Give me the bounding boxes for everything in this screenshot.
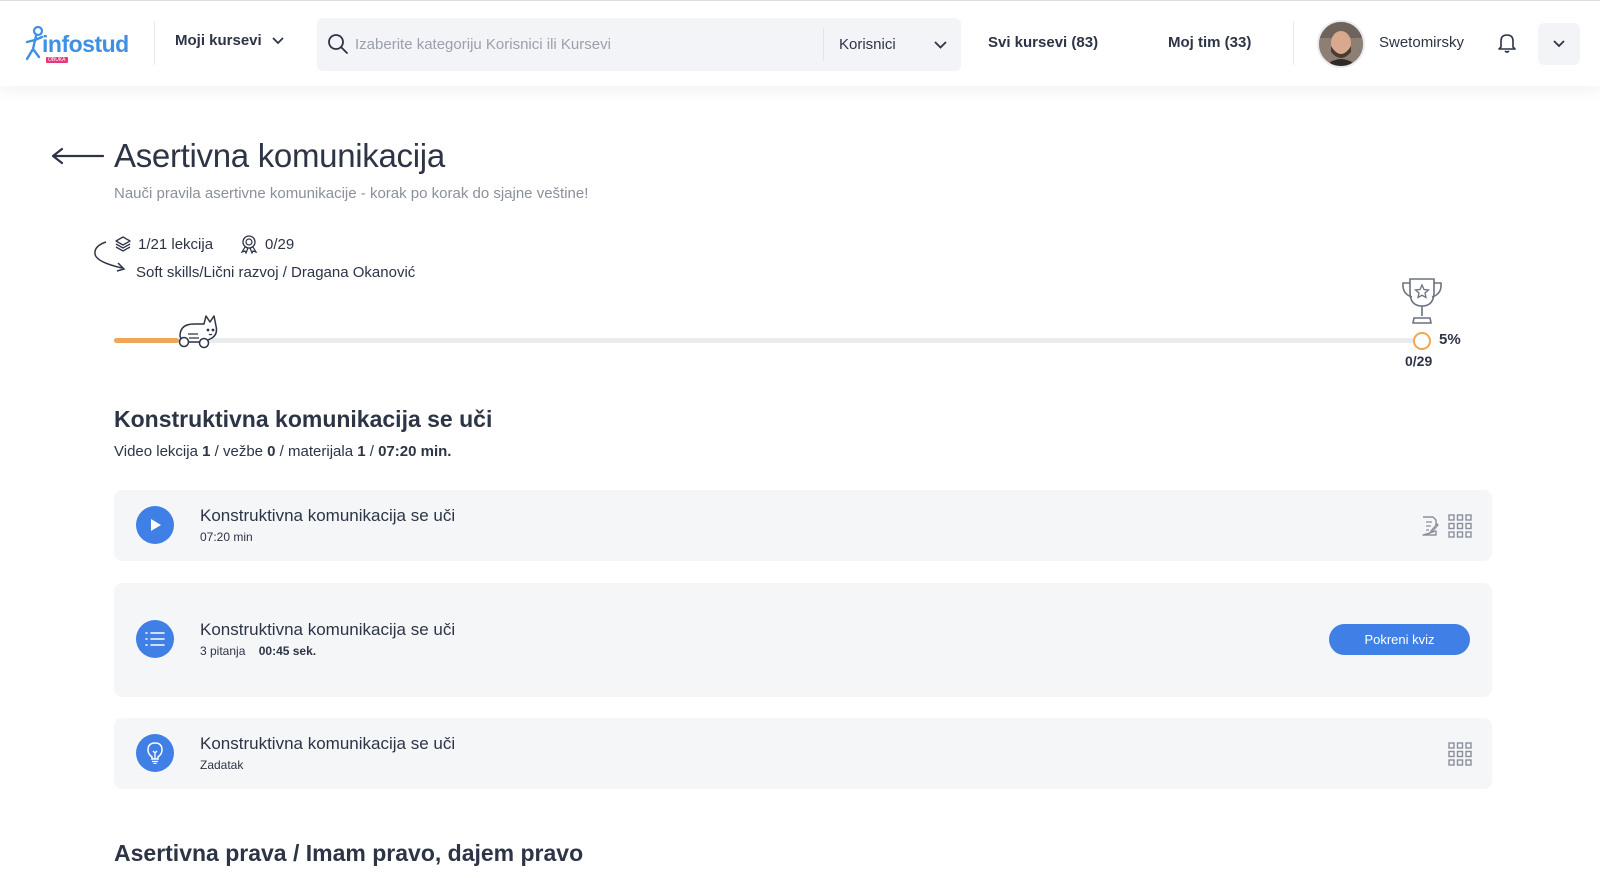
top-navbar: infostud OBUKA Moji kursevi Korisnici Sv… xyxy=(0,0,1600,86)
lesson-item-quiz[interactable]: Konstruktivna komunikacija se uči 3 pita… xyxy=(114,583,1492,697)
section-title: Konstruktivna komunikacija se uči xyxy=(114,406,493,432)
section-info-text: Video lekcija xyxy=(114,443,203,460)
page-subtitle: Nauči pravila asertivne komunikacije - k… xyxy=(114,185,589,202)
search-divider xyxy=(823,28,824,61)
quiz-meta: 3 pitanja 00:45 sek. xyxy=(200,644,316,658)
list-icon xyxy=(145,632,165,646)
divider xyxy=(154,21,155,65)
exercise-count: 0 xyxy=(267,443,276,460)
section-info-text: / xyxy=(365,443,379,460)
lesson-item-video[interactable]: Konstruktivna komunikacija se uči 07:20 … xyxy=(114,490,1492,561)
search-input[interactable] xyxy=(355,18,807,71)
search-icon xyxy=(328,34,348,54)
quiz-questions: 3 pitanja xyxy=(200,644,246,658)
section-duration: 07:20 min. xyxy=(378,443,452,460)
task-title: Konstruktivna komunikacija se uči xyxy=(200,734,456,753)
search-category-select[interactable]: Korisnici xyxy=(839,18,961,71)
username[interactable]: Swetomirsky xyxy=(1379,34,1464,51)
progress-points: 0/29 xyxy=(1405,353,1433,369)
quiz-title: Konstruktivna komunikacija se uči xyxy=(200,620,456,639)
search-category-value: Korisnici xyxy=(839,36,896,53)
course-progress-fill xyxy=(114,338,180,343)
cat-mascot-icon xyxy=(178,315,218,349)
lesson-item-task[interactable]: Konstruktivna komunikacija se uči Zadata… xyxy=(114,718,1492,789)
lesson-title: Konstruktivna komunikacija se uči xyxy=(200,506,456,525)
divider xyxy=(1293,21,1294,65)
award-icon xyxy=(240,235,258,254)
trophy-icon xyxy=(1402,278,1442,324)
play-icon xyxy=(151,519,161,531)
lessons-progress: 1/21 lekcija xyxy=(138,235,214,253)
progress-percent: 5% xyxy=(1439,331,1461,348)
all-courses-link[interactable]: Svi kursevi (83) xyxy=(988,34,1098,51)
lightbulb-icon xyxy=(147,742,163,764)
task-icon-badge xyxy=(136,734,174,772)
course-category-author: Soft skills/Lični razvoj / Dragana Okano… xyxy=(136,264,416,281)
points-progress: 0/29 xyxy=(265,235,295,253)
my-team-link[interactable]: Moj tim (33) xyxy=(1168,34,1251,51)
section-info-text: / vežbe xyxy=(210,443,268,460)
page-title: Asertivna komunikacija xyxy=(114,137,445,174)
back-arrow-icon[interactable] xyxy=(50,146,104,166)
course-progress-bar xyxy=(114,338,1417,343)
account-menu-button[interactable] xyxy=(1538,23,1580,65)
start-quiz-button[interactable]: Pokreni kviz xyxy=(1329,624,1470,655)
chevron-down-icon xyxy=(934,40,947,49)
logo-badge: OBUKA xyxy=(46,57,68,63)
my-courses-label: Moji kursevi xyxy=(175,32,262,49)
section-info-text: / materijala xyxy=(275,443,358,460)
infostud-logo[interactable]: infostud OBUKA xyxy=(24,25,136,65)
layers-icon xyxy=(115,236,131,252)
task-label: Zadatak xyxy=(200,758,244,772)
quiz-duration: 00:45 sek. xyxy=(258,644,317,658)
chevron-down-icon xyxy=(272,36,284,44)
avatar[interactable] xyxy=(1317,20,1365,68)
course-meta: 1/21 lekcija 0/29 xyxy=(114,234,294,254)
material-count: 1 xyxy=(357,443,366,460)
search-bar: Korisnici xyxy=(317,18,961,71)
user-photo-icon xyxy=(1319,22,1363,66)
logo-text: infostud xyxy=(42,31,129,57)
section-info: Video lekcija 1 / vežbe 0 / materijala 1… xyxy=(114,443,451,460)
lesson-duration: 07:20 min xyxy=(200,530,253,544)
edit-notes-icon[interactable] xyxy=(1420,515,1440,537)
play-button[interactable] xyxy=(136,506,174,544)
my-courses-dropdown[interactable]: Moji kursevi xyxy=(175,32,284,49)
bell-icon[interactable] xyxy=(1497,32,1517,54)
chevron-down-icon xyxy=(1553,40,1565,48)
grid-icon[interactable] xyxy=(1448,742,1472,766)
next-section-title: Asertivna prava / Imam pravo, dajem prav… xyxy=(114,840,584,866)
progress-end-marker xyxy=(1413,332,1431,350)
quiz-icon-badge xyxy=(136,620,174,658)
grid-icon[interactable] xyxy=(1448,514,1472,538)
